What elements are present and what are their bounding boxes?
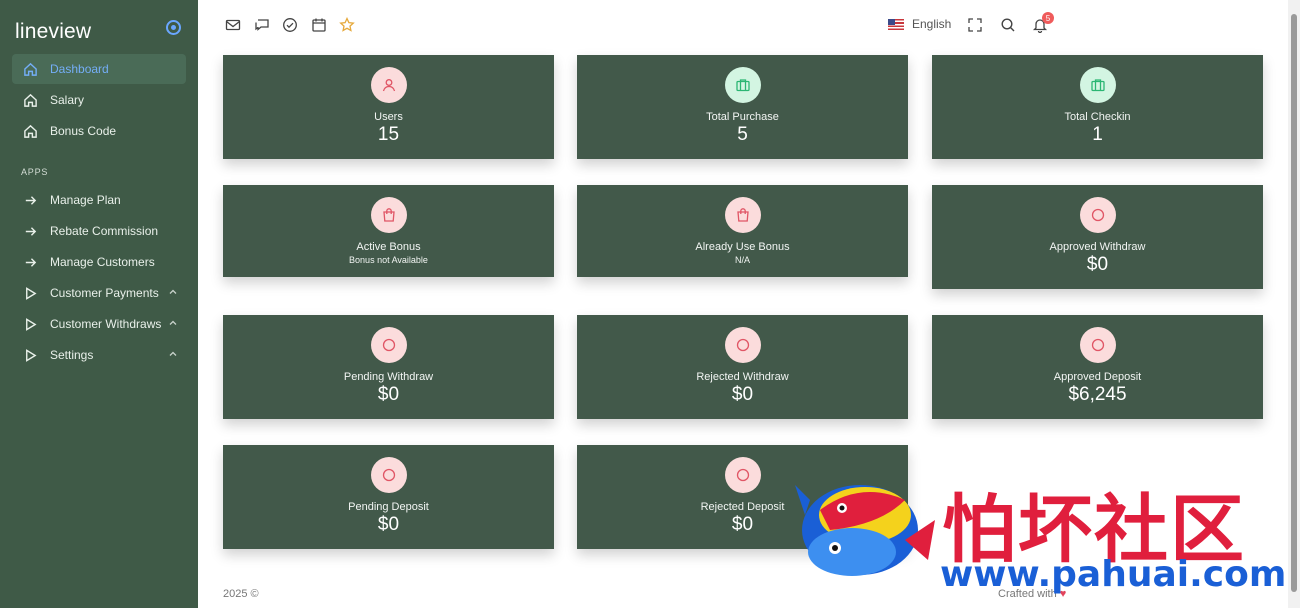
stat-card-rejected-withdraw[interactable]: Rejected Withdraw $0 xyxy=(577,315,908,419)
sidebar-item-label: Manage Customers xyxy=(50,255,155,269)
circle-icon xyxy=(724,457,761,493)
search-icon[interactable] xyxy=(1000,17,1016,33)
sidebar-item-salary[interactable]: Salary xyxy=(12,85,186,115)
card-value: $0 xyxy=(377,514,400,535)
card-label: Approved Withdraw xyxy=(1049,241,1146,253)
briefcase-icon xyxy=(1079,67,1116,103)
scrollbar-thumb[interactable] xyxy=(1291,14,1297,592)
watermark-url: www.pahuai.com xyxy=(940,554,1287,595)
sidebar-toggle-icon[interactable] xyxy=(166,20,181,35)
check-circle-icon[interactable] xyxy=(282,17,298,33)
play-icon xyxy=(22,316,38,332)
circle-icon xyxy=(1079,197,1116,233)
brand-logo[interactable]: lineview xyxy=(15,20,91,44)
card-label: Already Use Bonus xyxy=(695,241,790,253)
circle-icon xyxy=(1079,327,1116,363)
chat-icon[interactable] xyxy=(254,17,270,33)
page-scrollbar[interactable] xyxy=(1288,0,1300,608)
sidebar-item-label: Manage Plan xyxy=(50,193,121,207)
fullscreen-icon[interactable] xyxy=(967,17,983,33)
card-value: $0 xyxy=(731,384,754,405)
sidebar-item-settings[interactable]: Settings xyxy=(12,340,186,370)
notification-badge: 5 xyxy=(1042,12,1054,24)
arrow-right-icon xyxy=(22,254,38,270)
card-label: Pending Deposit xyxy=(348,501,429,513)
card-value: 15 xyxy=(377,124,400,145)
arrow-right-icon xyxy=(22,192,38,208)
language-label: English xyxy=(912,17,952,31)
circle-icon xyxy=(370,457,407,493)
sidebar-item-label: Settings xyxy=(50,348,94,362)
sidebar-item-bonus-code[interactable]: Bonus Code xyxy=(12,116,186,146)
home-icon xyxy=(22,123,38,139)
circle-icon xyxy=(370,327,407,363)
card-value: $0 xyxy=(377,384,400,405)
footer-copyright: 2025 © xyxy=(223,588,259,600)
stat-card-active-bonus[interactable]: Active Bonus Bonus not Available xyxy=(223,185,554,277)
card-value: $6,245 xyxy=(1068,384,1127,405)
card-value: 1 xyxy=(1092,124,1103,145)
home-icon xyxy=(22,61,38,77)
card-label: Rejected Withdraw xyxy=(696,371,789,383)
play-icon xyxy=(22,347,38,363)
star-icon[interactable] xyxy=(339,16,355,33)
card-subtext: N/A xyxy=(734,255,750,265)
card-value: $0 xyxy=(1086,254,1109,275)
chevron-up-icon xyxy=(169,289,177,294)
stat-card-pending-withdraw[interactable]: Pending Withdraw $0 xyxy=(223,315,554,419)
sidebar-section-apps: APPS xyxy=(21,167,49,177)
sidebar-item-dashboard[interactable]: Dashboard xyxy=(12,54,186,84)
fish-logo-icon xyxy=(795,485,935,576)
sidebar: lineview Dashboard Salary Bonus Code APP… xyxy=(0,0,198,608)
card-label: Pending Withdraw xyxy=(343,371,434,383)
mail-icon[interactable] xyxy=(225,17,241,33)
sidebar-item-manage-plan[interactable]: Manage Plan xyxy=(12,185,186,215)
circle-icon xyxy=(724,327,761,363)
home-icon xyxy=(22,92,38,108)
stat-card-total-checkin[interactable]: Total Checkin 1 xyxy=(932,55,1263,159)
card-label: Rejected Deposit xyxy=(700,501,785,513)
shopping-bag-icon xyxy=(370,197,407,233)
sidebar-item-label: Bonus Code xyxy=(50,124,117,138)
card-value: 5 xyxy=(737,124,748,145)
card-label: Active Bonus xyxy=(356,241,421,253)
sidebar-item-label: Customer Payments xyxy=(50,286,159,300)
stat-card-users[interactable]: Users 15 xyxy=(223,55,554,159)
arrow-right-icon xyxy=(22,223,38,239)
play-icon xyxy=(22,285,38,301)
us-flag-icon xyxy=(888,18,904,30)
card-subtext: Bonus not Available xyxy=(349,255,428,265)
watermark: 怕坏社区 www.pahuai.com xyxy=(790,470,1286,600)
user-icon xyxy=(370,67,407,103)
stat-card-approved-deposit[interactable]: Approved Deposit $6,245 xyxy=(932,315,1263,419)
sidebar-item-customer-payments[interactable]: Customer Payments xyxy=(12,278,186,308)
shopping-bag-icon xyxy=(724,197,761,233)
chevron-up-icon xyxy=(169,351,177,356)
card-value: $0 xyxy=(731,514,754,535)
briefcase-icon xyxy=(724,67,761,103)
sidebar-item-label: Salary xyxy=(50,93,85,107)
chevron-up-icon xyxy=(169,320,177,325)
stat-card-pending-deposit[interactable]: Pending Deposit $0 xyxy=(223,445,554,549)
sidebar-item-customer-withdraws[interactable]: Customer Withdraws xyxy=(12,309,186,339)
card-label: Users xyxy=(374,111,403,123)
topbar: English 5 xyxy=(198,0,1288,50)
stat-card-already-use-bonus[interactable]: Already Use Bonus N/A xyxy=(577,185,908,277)
calendar-icon[interactable] xyxy=(311,17,327,33)
sidebar-item-rebate-commission[interactable]: Rebate Commission xyxy=(12,216,186,246)
stat-card-total-purchase[interactable]: Total Purchase 5 xyxy=(577,55,908,159)
card-label: Approved Deposit xyxy=(1053,371,1142,383)
sidebar-item-manage-customers[interactable]: Manage Customers xyxy=(12,247,186,277)
sidebar-item-label: Dashboard xyxy=(50,62,109,76)
sidebar-item-label: Customer Withdraws xyxy=(50,317,162,331)
language-selector[interactable]: English xyxy=(888,17,951,31)
card-label: Total Purchase xyxy=(706,111,779,123)
stat-card-approved-withdraw[interactable]: Approved Withdraw $0 xyxy=(932,185,1263,289)
sidebar-item-label: Rebate Commission xyxy=(50,224,159,238)
card-label: Total Checkin xyxy=(1064,111,1131,123)
